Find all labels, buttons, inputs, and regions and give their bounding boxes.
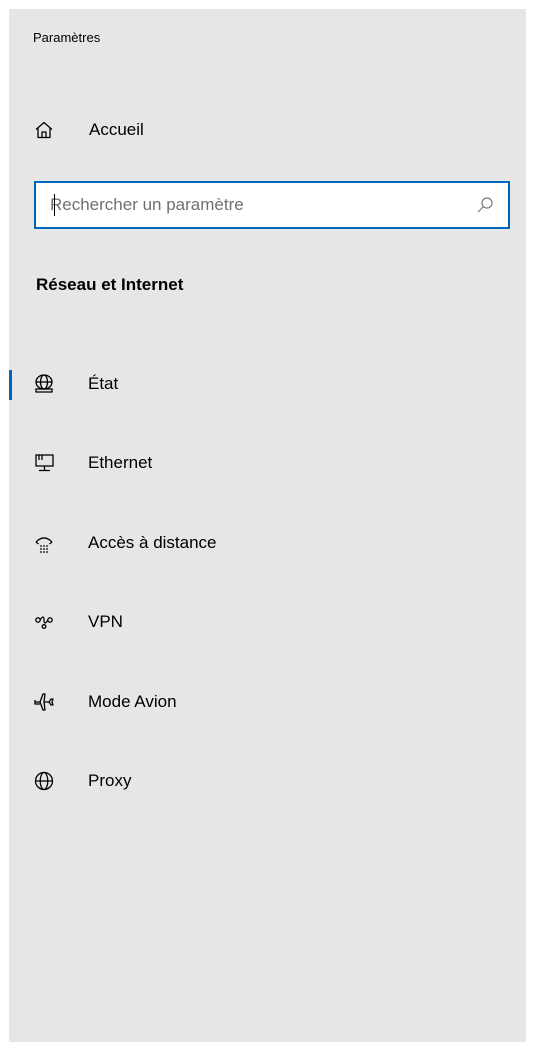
home-button[interactable]: Accueil <box>33 110 503 150</box>
nav-item-label: Ethernet <box>88 453 153 473</box>
selection-indicator <box>9 370 12 400</box>
globe-status-icon <box>32 372 56 396</box>
search-input[interactable] <box>36 183 474 227</box>
selection-indicator <box>9 768 12 798</box>
nav-item-mode-avion[interactable]: Mode Avion <box>9 662 526 742</box>
section-title: Réseau et Internet <box>36 275 184 294</box>
home-label: Accueil <box>89 120 144 139</box>
nav-item-label: Accès à distance <box>88 532 217 552</box>
text-caret <box>54 194 55 216</box>
settings-nav-pane: Paramètres Accueil Réseau et Internet <box>9 9 526 1042</box>
selection-indicator <box>9 688 12 718</box>
vpn-icon <box>32 610 56 634</box>
search-box[interactable] <box>34 181 510 229</box>
globe-icon <box>32 769 56 793</box>
nav-item-proxy[interactable]: Proxy <box>9 742 526 822</box>
window-title: Paramètres <box>33 30 101 45</box>
search-icon[interactable] <box>474 194 496 216</box>
nav-item-etat[interactable]: État <box>9 344 526 424</box>
selection-indicator <box>9 529 12 559</box>
nav-item-vpn[interactable]: VPN <box>9 583 526 663</box>
nav-item-label: Mode Avion <box>88 691 177 711</box>
nav-item-ethernet[interactable]: Ethernet <box>9 424 526 504</box>
nav-item-label: VPN <box>88 612 123 632</box>
nav-item-label: Proxy <box>88 771 132 791</box>
nav-item-label: État <box>88 373 119 393</box>
ethernet-icon <box>32 451 56 475</box>
selection-indicator <box>9 609 12 639</box>
nav-item-acces-distance[interactable]: Accès à distance <box>9 503 526 583</box>
nav-list: État Ethernet Accès à distance VPN Mode … <box>9 344 526 821</box>
selection-indicator <box>9 450 12 480</box>
airplane-icon <box>32 690 56 714</box>
home-icon <box>33 119 55 141</box>
dial-up-icon <box>32 531 56 555</box>
